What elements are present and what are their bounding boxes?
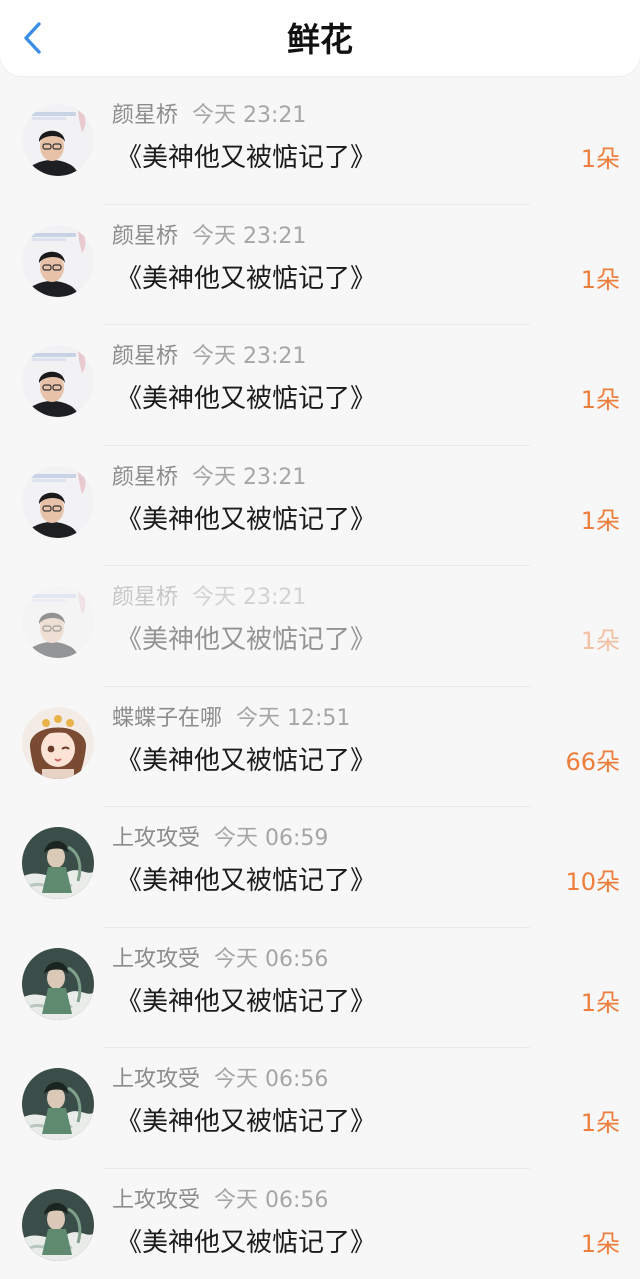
sender-meta: 蝶蝶子在哪 今天 12:51: [112, 705, 350, 733]
gift-row[interactable]: 上攻攻受 今天 06:56 《美神他又被惦记了》 1朵: [0, 1169, 640, 1279]
book-title[interactable]: 《美神他又被惦记了》: [116, 863, 376, 899]
book-title[interactable]: 《美神他又被惦记了》: [116, 1225, 376, 1261]
top-bar: 鲜花: [0, 0, 640, 76]
gift-time: 今天 23:21: [192, 344, 307, 369]
sender-name: 上攻攻受: [112, 946, 201, 972]
sender-name: 上攻攻受: [112, 826, 201, 851]
sender-name: 颜星桥: [112, 223, 179, 249]
sender-meta: 颜星桥 今天 23:21: [112, 102, 306, 130]
avatar[interactable]: [22, 1068, 94, 1140]
gift-row[interactable]: 颜星桥 今天 23:21 《美神他又被惦记了》 1朵: [0, 446, 640, 566]
gift-row[interactable]: 蝶蝶子在哪 今天 12:51 《美神他又被惦记了》 66朵: [0, 687, 640, 807]
gift-list: 颜星桥 今天 23:21 《美神他又被惦记了》 1朵 颜星桥 今天 23:21 《美神他又被…: [0, 84, 640, 1279]
illustration-avatar-icon: [22, 1068, 94, 1140]
gift-time: 今天 23:21: [192, 223, 307, 249]
sender-meta: 颜星桥 今天 23:21: [112, 223, 306, 251]
gift-row[interactable]: 上攻攻受 今天 06:59 《美神他又被惦记了》 10朵: [0, 807, 640, 928]
avatar[interactable]: [22, 586, 94, 658]
sender-name: 蝶蝶子在哪: [112, 705, 223, 731]
sender-meta: 颜星桥 今天 23:21: [112, 343, 306, 371]
avatar[interactable]: [22, 224, 94, 297]
sender-meta: 上攻攻受 今天 06:56: [112, 946, 328, 974]
book-title[interactable]: 《美神他又被惦记了》: [116, 622, 376, 658]
gift-row[interactable]: 颜星桥 今天 23:21 《美神他又被惦记了》 1朵: [0, 325, 640, 446]
book-title[interactable]: 《美神他又被惦记了》: [116, 502, 376, 538]
illustration-avatar-icon: [22, 827, 94, 899]
flower-count: 1朵: [580, 627, 620, 655]
avatar[interactable]: [22, 706, 94, 779]
photo-avatar-icon: [22, 224, 94, 297]
avatar[interactable]: [22, 345, 94, 417]
flower-count: 66朵: [565, 747, 620, 776]
avatar[interactable]: [22, 1188, 94, 1261]
sender-meta: 上攻攻受 今天 06:56: [112, 1187, 328, 1215]
photo-avatar-icon: [22, 586, 94, 658]
sender-meta: 颜星桥 今天 23:21: [112, 584, 306, 612]
sender-meta: 颜星桥 今天 23:21: [112, 464, 306, 492]
gift-row[interactable]: 上攻攻受 今天 06:56 《美神他又被惦记了》 1朵: [0, 928, 640, 1048]
sender-name: 颜星桥: [112, 344, 179, 369]
sender-name: 上攻攻受: [112, 1067, 201, 1092]
illustration-avatar-icon: [22, 947, 94, 1020]
avatar[interactable]: [22, 947, 94, 1020]
book-title[interactable]: 《美神他又被惦记了》: [116, 140, 376, 176]
book-title[interactable]: 《美神他又被惦记了》: [116, 381, 376, 417]
avatar[interactable]: [22, 465, 94, 538]
sender-name: 上攻攻受: [112, 1187, 201, 1213]
gift-row[interactable]: 颜星桥 今天 23:21 《美神他又被惦记了》 1朵: [0, 205, 640, 325]
book-title[interactable]: 《美神他又被惦记了》: [116, 1104, 376, 1140]
photo-avatar-icon: [22, 104, 94, 176]
flower-count: 1朵: [580, 506, 620, 535]
flower-count: 10朵: [565, 868, 620, 896]
gift-row[interactable]: 颜星桥 今天 23:21 《美神他又被惦记了》 1朵: [0, 566, 640, 687]
flower-count: 1朵: [580, 265, 620, 294]
anime-girl-avatar-icon: [22, 706, 94, 779]
gift-time: 今天 06:59: [214, 826, 329, 851]
sender-name: 颜星桥: [112, 585, 179, 610]
gift-time: 今天 06:56: [214, 1067, 329, 1092]
avatar[interactable]: [22, 827, 94, 899]
gift-time: 今天 06:56: [214, 946, 329, 972]
sender-meta: 上攻攻受 今天 06:56: [112, 1066, 328, 1094]
book-title[interactable]: 《美神他又被惦记了》: [116, 261, 376, 297]
photo-avatar-icon: [22, 465, 94, 538]
flower-count: 1朵: [580, 145, 620, 173]
avatar[interactable]: [22, 104, 94, 176]
gift-time: 今天 06:56: [214, 1187, 329, 1213]
sender-meta: 上攻攻受 今天 06:59: [112, 825, 328, 853]
gift-row[interactable]: 颜星桥 今天 23:21 《美神他又被惦记了》 1朵: [0, 84, 640, 205]
book-title[interactable]: 《美神他又被惦记了》: [116, 743, 376, 779]
photo-avatar-icon: [22, 345, 94, 417]
gift-row[interactable]: 上攻攻受 今天 06:56 《美神他又被惦记了》 1朵: [0, 1048, 640, 1169]
book-title[interactable]: 《美神他又被惦记了》: [116, 984, 376, 1020]
gift-time: 今天 23:21: [192, 464, 307, 490]
gift-time: 今天 23:21: [192, 103, 307, 128]
gift-time: 今天 23:21: [192, 585, 307, 610]
sender-name: 颜星桥: [112, 464, 179, 490]
flower-count: 1朵: [580, 1229, 620, 1258]
page-title: 鲜花: [287, 20, 353, 59]
flower-count: 1朵: [580, 988, 620, 1017]
flower-count: 1朵: [580, 386, 620, 414]
gifts-page: 鲜花 颜星桥 今天 23:21 《美神他又被惦记了》 1朵 颜星桥 今天 23:21 《美神…: [0, 0, 640, 1279]
flower-count: 1朵: [580, 1109, 620, 1137]
sender-name: 颜星桥: [112, 103, 179, 128]
illustration-avatar-icon: [22, 1188, 94, 1261]
gift-time: 今天 12:51: [236, 705, 351, 731]
